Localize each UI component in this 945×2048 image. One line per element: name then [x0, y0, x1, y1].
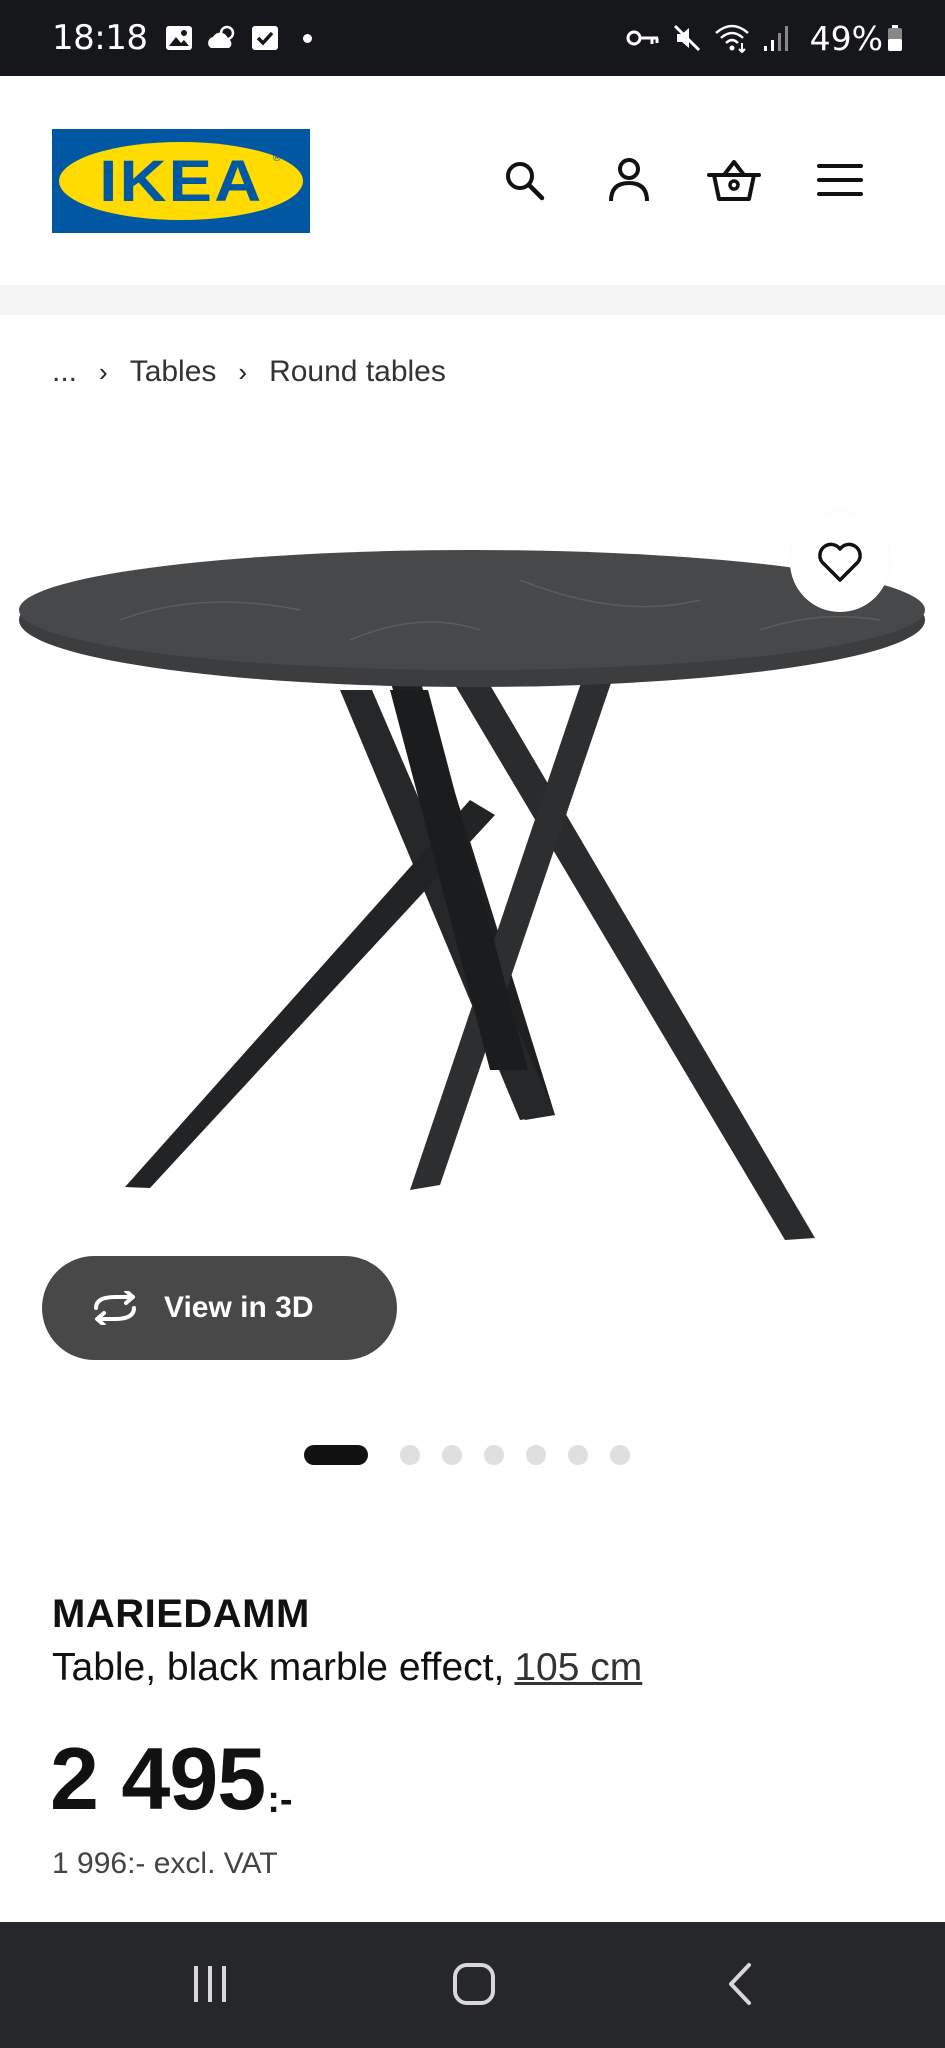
product-description-text: Table, black marble effect, [52, 1646, 505, 1689]
back-button[interactable] [712, 1956, 768, 2012]
status-bar-right: 49% [626, 19, 915, 58]
battery-percent: 49% [809, 18, 883, 58]
battery-icon [887, 24, 903, 52]
image-carousel-indicator [0, 1444, 945, 1466]
search-button[interactable] [496, 152, 552, 208]
task-notification-icon [251, 24, 279, 52]
view-in-3d-label: View in 3D [164, 1291, 314, 1324]
breadcrumb-item-tables[interactable]: Tables [130, 355, 217, 389]
logo-registered-mark: ® [272, 152, 281, 164]
product-price: 2 495 :- [50, 1735, 293, 1823]
product-size-link[interactable]: 105 cm [514, 1646, 642, 1689]
signal-strength-icon [762, 24, 792, 52]
more-notifications-dot-icon [303, 33, 313, 43]
carousel-dot[interactable] [484, 1445, 504, 1465]
header-divider-strip [0, 285, 945, 315]
logo-text: IKEA [98, 148, 264, 214]
wifi-icon [714, 23, 750, 53]
mute-icon [672, 23, 702, 53]
breadcrumb-separator: › [238, 356, 248, 387]
menu-button[interactable] [812, 152, 868, 208]
price-value: 2 495 [50, 1729, 266, 1828]
view-in-3d-button[interactable]: View in 3D [42, 1256, 397, 1360]
carousel-dot-active[interactable] [304, 1445, 368, 1465]
back-icon [729, 1963, 751, 2005]
carousel-dot[interactable] [526, 1445, 546, 1465]
carousel-dot[interactable] [400, 1445, 420, 1465]
vpn-key-icon [626, 28, 660, 48]
status-bar-left: 18:18 [52, 18, 313, 58]
product-image[interactable] [0, 470, 945, 1370]
recent-apps-icon [194, 1966, 226, 2002]
breadcrumb-ellipsis[interactable]: ... [52, 355, 77, 389]
home-icon [453, 1963, 495, 2005]
carousel-dot[interactable] [610, 1445, 630, 1465]
breadcrumb: ... › Tables › Round tables [52, 352, 446, 392]
price-suffix: :- [267, 1779, 293, 1821]
breadcrumb-item-round-tables[interactable]: Round tables [269, 355, 446, 389]
price-excl-vat: 1 996:- excl. VAT [52, 1847, 278, 1880]
product-description: Table, black marble effect, 105 cm [52, 1646, 642, 1690]
weather-notification-icon [205, 24, 239, 52]
product-name: MARIEDAMM [52, 1592, 310, 1636]
account-button[interactable] [601, 152, 657, 208]
ikea-logo[interactable]: IKEA ® [52, 129, 310, 233]
account-icon [609, 158, 649, 202]
heart-icon [818, 542, 862, 582]
menu-icon [817, 164, 863, 196]
system-navigation-bar [0, 1922, 945, 2048]
shopping-basket-icon [707, 160, 761, 201]
gallery-notification-icon [165, 24, 193, 52]
logo-oval: IKEA ® [59, 142, 303, 220]
rotate-3d-icon [88, 1291, 142, 1325]
recent-apps-button[interactable] [180, 1956, 240, 2012]
status-bar: 18:18 49% [0, 0, 945, 76]
home-button[interactable] [446, 1956, 502, 2012]
carousel-dot[interactable] [568, 1445, 588, 1465]
favourite-button[interactable] [790, 512, 890, 612]
search-icon [506, 162, 545, 201]
site-header: IKEA ® [0, 76, 945, 285]
status-time: 18:18 [52, 18, 148, 58]
breadcrumb-separator: › [99, 356, 108, 387]
basket-button[interactable] [706, 152, 762, 208]
carousel-dot[interactable] [442, 1445, 462, 1465]
